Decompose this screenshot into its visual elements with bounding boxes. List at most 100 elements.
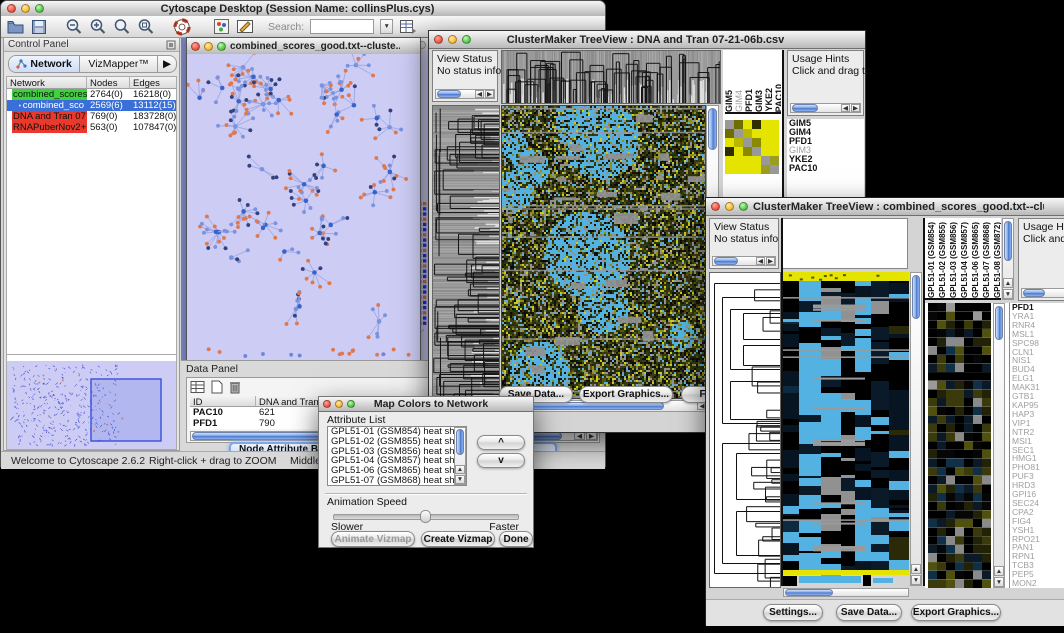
help-lifering-icon[interactable] [173, 18, 191, 36]
network-view-canvas[interactable] [187, 54, 420, 362]
network-row[interactable]: RNAPuberNov2+| 563(0) 107847(0) [7, 122, 176, 133]
attribute-item[interactable]: GPL51-07 (GSM868) heat shock 60 min [328, 476, 466, 486]
tv2-column-labels[interactable]: GPL51-01 (GSM854)GPL51-02 (GSM855)GPL51-… [925, 218, 1001, 300]
scrollbar-thumb[interactable] [1023, 289, 1045, 297]
data-col-id[interactable]: ID [190, 396, 256, 407]
zoom-button[interactable] [462, 35, 471, 44]
zoom-selected-icon[interactable] [113, 18, 131, 36]
create-vizmap-button[interactable]: Create Vizmap [421, 531, 495, 547]
scroll-right-button[interactable]: ▶ [586, 432, 597, 440]
column-label[interactable]: GPL51-08 (GSM872) [993, 222, 1001, 298]
column-label[interactable]: GIM5 [725, 90, 734, 112]
h-scrollbar[interactable]: ◀ ▶ [790, 103, 861, 113]
minimize-button[interactable] [335, 400, 343, 408]
scroll-left-button[interactable]: ◀ [756, 257, 765, 265]
scroll-down-button[interactable]: ▼ [1003, 289, 1013, 299]
scrollbar-thumb[interactable] [792, 104, 818, 112]
network-row-selected[interactable]: combined_sco 2569(6) 13112(15) [7, 100, 176, 111]
tv2-column-dendrogram[interactable] [782, 218, 908, 269]
network-row[interactable]: combined_scores 2764(0) 16218(0) [7, 89, 176, 100]
settings-button[interactable]: Settings... [763, 604, 823, 621]
minimize-button[interactable] [725, 202, 734, 211]
scrollbar-thumb[interactable] [714, 257, 738, 265]
h-scrollbar[interactable] [1021, 288, 1064, 298]
animation-speed-slider[interactable] [333, 514, 519, 520]
tv2-zoom-heatmap[interactable] [928, 303, 991, 588]
export-graphics-button[interactable]: Export Graphics... [579, 386, 673, 403]
close-button[interactable] [434, 35, 443, 44]
tv1-heatmap[interactable] [501, 105, 706, 399]
column-label[interactable]: PAC10 [775, 84, 781, 112]
scroll-left-button[interactable]: ◀ [841, 104, 850, 112]
close-button[interactable] [7, 4, 16, 13]
tv2-heatmap[interactable] [783, 272, 909, 586]
tv2-row-dendrogram[interactable] [709, 272, 781, 588]
tab-vizmapper[interactable]: VizMapper™ [80, 56, 157, 72]
overview-canvas[interactable] [7, 361, 176, 449]
attribute-listbox[interactable]: GPL51-01 (GSM854) heat shock 05 minGPL51… [327, 426, 467, 486]
zoom-out-icon[interactable] [65, 18, 83, 36]
column-label[interactable]: GIM4 [735, 90, 744, 112]
scroll-down-button[interactable]: ▼ [994, 577, 1004, 587]
scroll-right-button[interactable]: ▶ [766, 257, 775, 265]
vizmapper-icon[interactable] [213, 18, 230, 35]
zoom-button[interactable] [217, 42, 226, 51]
import-table-icon[interactable] [399, 18, 417, 35]
column-label[interactable]: GIM3 [755, 90, 764, 112]
treeview2-titlebar[interactable]: ClusterMaker TreeView : combined_scores_… [706, 198, 1064, 216]
save-data-button[interactable]: Save Data... [836, 604, 902, 621]
tv1-row-dendrogram[interactable] [432, 105, 500, 399]
slider-thumb[interactable] [420, 510, 431, 523]
move-up-button[interactable]: ^ [477, 435, 525, 450]
zoom-button[interactable] [739, 202, 748, 211]
float-panel-icon[interactable] [166, 40, 176, 50]
tv2-collabel-scrollbar[interactable]: ▲ ▼ [1002, 218, 1014, 300]
scrollbar-thumb[interactable] [995, 306, 1003, 340]
network-overview[interactable] [6, 354, 177, 450]
col-edges[interactable]: Edges [130, 77, 176, 89]
tv2-zoom-scrollbar[interactable]: ▲ ▼ [993, 303, 1005, 588]
tv1-zoom-heatmap[interactable] [725, 120, 779, 174]
annotation-icon[interactable] [236, 18, 254, 35]
tv2-v-scrollbar[interactable]: ▲ ▼ [910, 272, 922, 586]
close-button[interactable] [711, 202, 720, 211]
tab-more-arrow[interactable]: ▶ [157, 56, 176, 72]
export-graphics-button[interactable]: Export Graphics... [911, 604, 1001, 621]
scroll-up-button[interactable]: ▲ [911, 564, 921, 574]
scroll-up-button[interactable]: ▲ [994, 566, 1004, 576]
scroll-left-button[interactable]: ◀ [475, 90, 484, 98]
scroll-down-button[interactable]: ▼ [455, 475, 465, 484]
network-row[interactable]: DNA and Tran 07 769(0) 183728(0) [7, 111, 176, 122]
scrollbar-thumb[interactable] [912, 275, 920, 319]
scroll-down-button[interactable]: ▼ [911, 575, 921, 585]
h-scrollbar[interactable]: ◀ ▶ [712, 256, 776, 266]
column-label[interactable]: GPL51-02 (GSM855) [938, 222, 948, 298]
main-titlebar[interactable]: Cytoscape Desktop (Session Name: collins… [1, 1, 605, 17]
row-label[interactable]: PAC10 [789, 164, 864, 173]
scroll-left-button[interactable]: ◀ [574, 432, 585, 440]
scrollbar-thumb[interactable] [456, 429, 464, 455]
zoom-button[interactable] [35, 4, 44, 13]
save-session-icon[interactable] [31, 19, 47, 35]
delete-attribute-icon[interactable] [229, 380, 241, 394]
scroll-up-button[interactable]: ▲ [455, 465, 465, 474]
zoom-fit-icon[interactable] [137, 18, 155, 36]
tv2-h-scrollbar[interactable] [783, 588, 909, 597]
column-label[interactable]: GPL51-03 (GSM856) [949, 222, 959, 298]
scrollbar-thumb[interactable] [1004, 221, 1012, 261]
column-label[interactable]: GPL51-01 (GSM854) [927, 222, 937, 298]
scroll-right-button[interactable]: ▶ [485, 90, 494, 98]
column-label[interactable]: PFD1 [745, 89, 754, 112]
column-label[interactable]: YKE2 [765, 88, 774, 112]
search-dropdown-button[interactable]: ▼ [380, 19, 393, 34]
network-window-titlebar[interactable]: combined_scores_good.txt--cluste... [187, 38, 420, 55]
zoom-in-icon[interactable] [89, 18, 107, 36]
scrollbar-thumb[interactable] [708, 108, 717, 150]
dialog-titlebar[interactable]: Map Colors to Network [319, 397, 533, 412]
close-button[interactable] [323, 400, 331, 408]
close-button[interactable] [191, 42, 200, 51]
gene-label[interactable]: MON2 [1012, 579, 1064, 588]
column-label[interactable]: GPL51-04 (GSM857) [960, 222, 970, 298]
done-button[interactable]: Done [499, 531, 533, 547]
scrollbar-thumb[interactable] [785, 589, 833, 596]
